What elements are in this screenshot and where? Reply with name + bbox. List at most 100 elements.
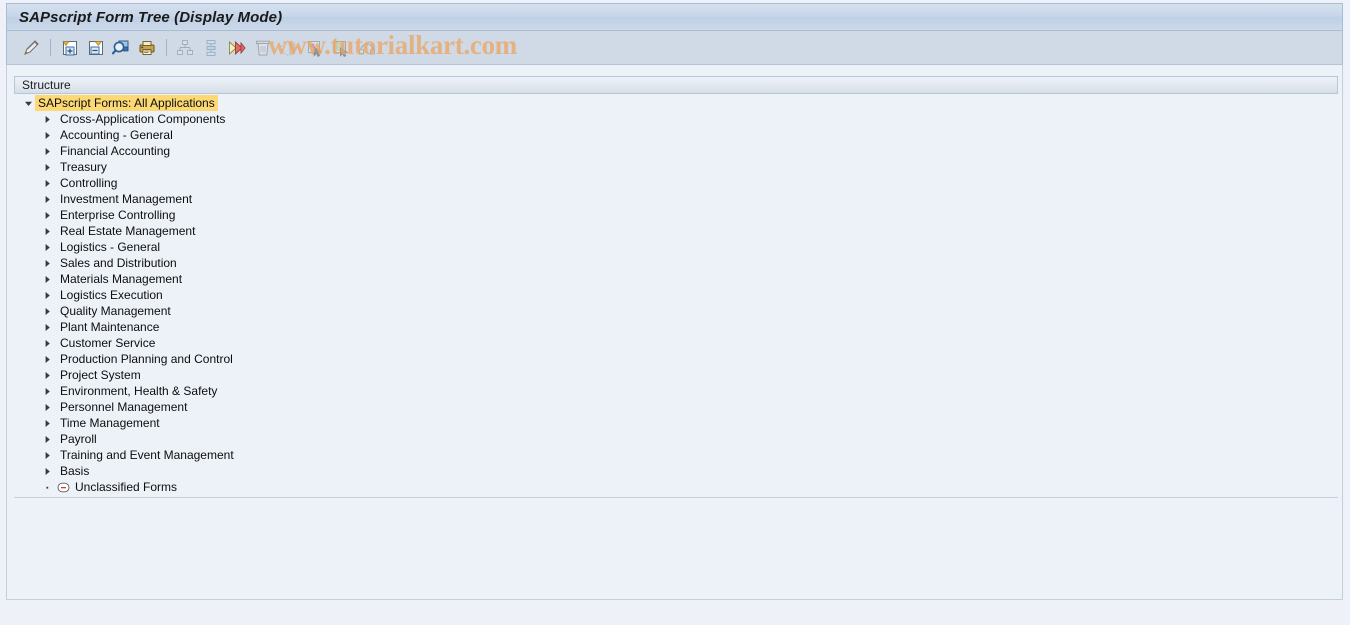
chevron-right-icon[interactable] <box>40 175 54 191</box>
tree-node-label: Unclassified Forms <box>75 480 178 494</box>
tree-node[interactable]: Payroll <box>14 431 1338 447</box>
tree-node[interactable]: Unclassified Forms <box>14 479 1338 495</box>
sap-window: SAPscript Form Tree (Display Mode) www.t… <box>0 0 1350 625</box>
tree-node-label: Controlling <box>60 176 118 190</box>
tree-node[interactable]: Investment Management <box>14 191 1338 207</box>
chevron-right-icon[interactable] <box>40 351 54 367</box>
hierarchy-icon <box>174 37 196 59</box>
tree-bottom-divider <box>14 497 1338 498</box>
tree-node-label: Quality Management <box>60 304 171 318</box>
refresh-icon <box>356 37 378 59</box>
tree-node-label: Environment, Health & Safety <box>60 384 218 398</box>
tree-node[interactable]: Training and Event Management <box>14 447 1338 463</box>
page-title: SAPscript Form Tree (Display Mode) <box>19 8 283 26</box>
chevron-right-icon[interactable] <box>40 447 54 463</box>
tree-node-label: Investment Management <box>60 192 193 206</box>
tree-node[interactable]: Real Estate Management <box>14 223 1338 239</box>
tree-node[interactable]: Treasury <box>14 159 1338 175</box>
tree-node[interactable]: Enterprise Controlling <box>14 207 1338 223</box>
tree-node-label: Real Estate Management <box>60 224 196 238</box>
chevron-right-icon[interactable] <box>40 143 54 159</box>
tree-node-label: Payroll <box>60 432 97 446</box>
tree-node-label: Time Management <box>60 416 160 430</box>
select-item-icon <box>304 37 326 59</box>
tree-node-label: Personnel Management <box>60 400 188 414</box>
chevron-right-icon[interactable] <box>40 271 54 287</box>
tree-node-label: Customer Service <box>60 336 156 350</box>
chevron-right-icon[interactable] <box>40 415 54 431</box>
tree-node-label: Materials Management <box>60 272 183 286</box>
sort-structure-icon <box>200 37 222 59</box>
tree-node[interactable]: Financial Accounting <box>14 143 1338 159</box>
structure-column-label: Structure <box>22 78 71 92</box>
tree-node-label: Accounting - General <box>60 128 173 142</box>
tree-node-label: Enterprise Controlling <box>60 208 176 222</box>
chevron-right-icon[interactable] <box>40 399 54 415</box>
tree-node[interactable]: Personnel Management <box>14 399 1338 415</box>
collapse-node-icon[interactable] <box>84 37 106 59</box>
tree-node[interactable]: Materials Management <box>14 271 1338 287</box>
tree-node[interactable]: Project System <box>14 367 1338 383</box>
chevron-right-icon[interactable] <box>40 159 54 175</box>
tree-node[interactable]: Production Planning and Control <box>14 351 1338 367</box>
sapscript-form-tree: SAPscript Forms: All Applications Cross-… <box>14 95 1338 495</box>
chevron-right-icon[interactable] <box>40 255 54 271</box>
tree-node[interactable]: Logistics - General <box>14 239 1338 255</box>
tree-node-label: Basis <box>60 464 90 478</box>
status-icon <box>278 37 300 59</box>
tree-node-label: Sales and Distribution <box>60 256 177 270</box>
bullet-dot-icon[interactable] <box>40 479 54 495</box>
window-titlebar: SAPscript Form Tree (Display Mode) <box>6 3 1343 31</box>
tree-node[interactable]: Logistics Execution <box>14 287 1338 303</box>
tree-empty-area <box>14 498 1338 588</box>
tree-node[interactable]: Time Management <box>14 415 1338 431</box>
tree-node-root-label: SAPscript Forms: All Applications <box>35 95 218 111</box>
tree-node-label: Plant Maintenance <box>60 320 160 334</box>
tree-node[interactable]: Environment, Health & Safety <box>14 383 1338 399</box>
chevron-right-icon[interactable] <box>40 127 54 143</box>
chevron-right-icon[interactable] <box>40 463 54 479</box>
tree-node-label: Financial Accounting <box>60 144 171 158</box>
tree-node[interactable]: Controlling <box>14 175 1338 191</box>
tree-node[interactable]: Quality Management <box>14 303 1338 319</box>
execute-icon[interactable] <box>226 37 248 59</box>
chevron-right-icon[interactable] <box>40 431 54 447</box>
chevron-right-icon[interactable] <box>40 319 54 335</box>
tree-node[interactable]: Plant Maintenance <box>14 319 1338 335</box>
chevron-right-icon[interactable] <box>40 383 54 399</box>
application-toolbar <box>6 31 1343 65</box>
tree-node[interactable]: Accounting - General <box>14 127 1338 143</box>
tree-node-label: Logistics Execution <box>60 288 163 302</box>
tree-node[interactable]: Sales and Distribution <box>14 255 1338 271</box>
minus-circle-icon <box>56 479 70 495</box>
chevron-down-icon[interactable] <box>21 95 35 111</box>
tree-node[interactable]: Basis <box>14 463 1338 479</box>
chevron-right-icon[interactable] <box>40 207 54 223</box>
chevron-right-icon[interactable] <box>40 239 54 255</box>
document-icon <box>330 37 352 59</box>
structure-column-header[interactable]: Structure <box>14 76 1338 94</box>
toolbar-separator <box>50 39 51 56</box>
tree-node-label: Logistics - General <box>60 240 161 254</box>
chevron-right-icon[interactable] <box>40 303 54 319</box>
tree-children-container: Cross-Application Components Accounting -… <box>14 111 1338 495</box>
chevron-right-icon[interactable] <box>40 367 54 383</box>
tree-node-label: Treasury <box>60 160 107 174</box>
tree-node-label: Training and Event Management <box>60 448 234 462</box>
change-display-toggle-icon[interactable] <box>20 37 42 59</box>
tree-node-root[interactable]: SAPscript Forms: All Applications <box>14 95 1338 111</box>
print-preview-icon[interactable] <box>136 37 158 59</box>
find-icon[interactable] <box>110 37 132 59</box>
toolbar-separator <box>166 39 167 56</box>
tree-node-label: Production Planning and Control <box>60 352 233 366</box>
tree-node[interactable]: Customer Service <box>14 335 1338 351</box>
expand-node-icon[interactable] <box>58 37 80 59</box>
chevron-right-icon[interactable] <box>40 191 54 207</box>
tree-node[interactable]: Cross-Application Components <box>14 111 1338 127</box>
chevron-right-icon[interactable] <box>40 111 54 127</box>
chevron-right-icon[interactable] <box>40 287 54 303</box>
chevron-right-icon[interactable] <box>40 335 54 351</box>
delete-icon <box>252 37 274 59</box>
tree-node-label: Cross-Application Components <box>60 112 226 126</box>
chevron-right-icon[interactable] <box>40 223 54 239</box>
